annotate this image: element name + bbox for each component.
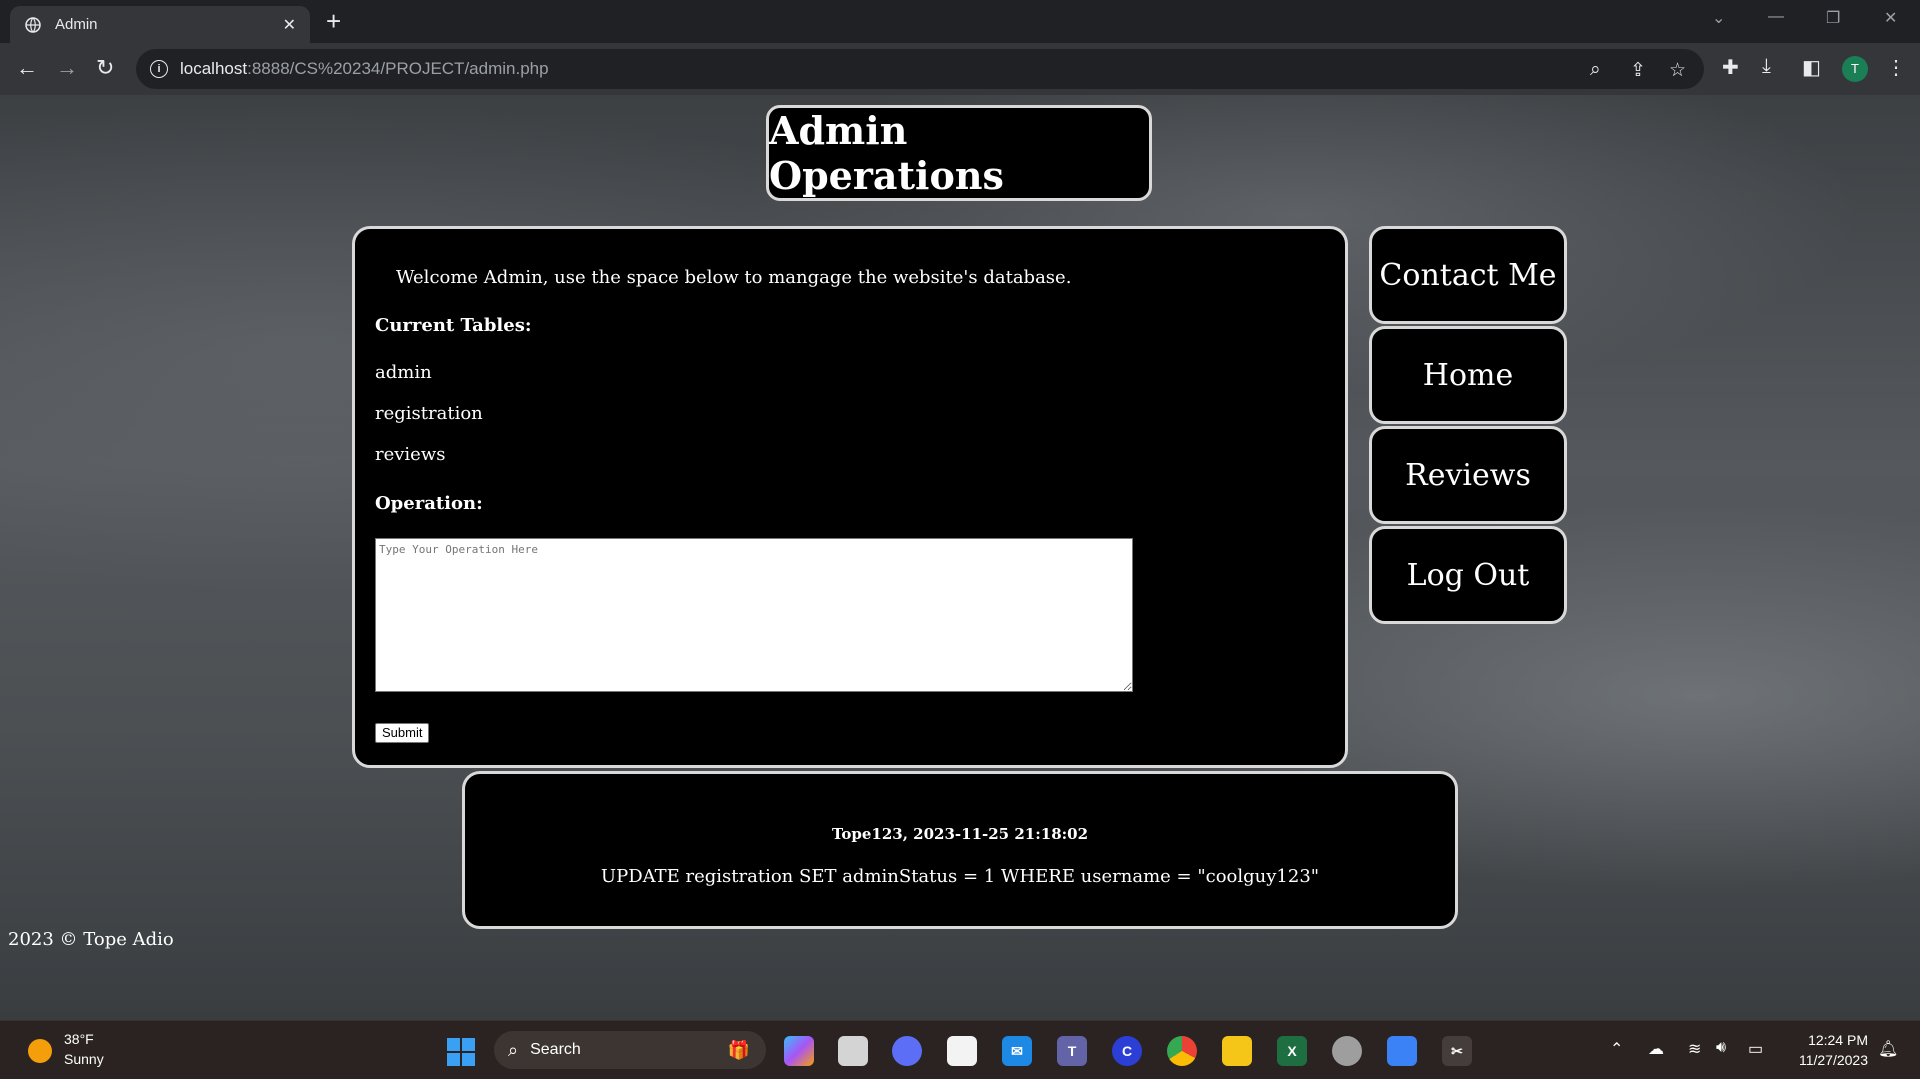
side-panel-icon[interactable]: ◧ [1802, 55, 1821, 80]
weather-temperature[interactable]: 38°F [64, 1031, 94, 1047]
search-icon: ⌕ [508, 1039, 519, 1060]
back-icon[interactable]: ← [16, 57, 38, 79]
system-clock[interactable]: 12:24 PM 11/27/2023 [1782, 1030, 1868, 1070]
zoom-icon[interactable]: ⌕ [1590, 59, 1601, 81]
bookmark-star-icon[interactable]: ☆ [1669, 59, 1686, 82]
clock-date: 11/27/2023 [1798, 1052, 1868, 1068]
taskbar-search[interactable]: ⌕ Search 🎁 [494, 1031, 766, 1069]
address-bar[interactable]: i localhost:8888/CS%20234/PROJECT/admin.… [136, 49, 1704, 89]
tables-heading: Current Tables: [375, 315, 532, 336]
copilot-icon[interactable] [784, 1036, 814, 1066]
browser-toolbar: ← → ↻ i localhost:8888/CS%20234/PROJECT/… [0, 43, 1920, 95]
globe-icon [25, 16, 41, 33]
extensions-icon[interactable]: ✚ [1722, 55, 1739, 80]
search-label: Search [530, 1041, 581, 1058]
tab-title: Admin [55, 16, 98, 33]
battery-icon[interactable]: ▭ [1748, 1039, 1763, 1059]
reload-icon[interactable]: ↻ [96, 57, 114, 79]
onedrive-cloud-icon[interactable]: ☁ [1648, 1039, 1664, 1059]
operation-input[interactable] [375, 538, 1133, 692]
weather-description[interactable]: Sunny [64, 1051, 104, 1067]
excel-icon[interactable]: X [1277, 1036, 1307, 1066]
task-view-icon[interactable] [838, 1036, 868, 1066]
nav-home-button[interactable]: Home [1369, 326, 1567, 424]
nav-log-out-button[interactable]: Log Out [1369, 526, 1567, 624]
chrome-icon[interactable] [1167, 1036, 1197, 1066]
chevron-up-icon[interactable]: ⌃ [1610, 1039, 1623, 1059]
browser-tab-admin[interactable]: Admin ✕ [10, 6, 310, 43]
menu-icon[interactable]: ⋮ [1886, 55, 1906, 80]
site-info-icon[interactable]: i [150, 60, 168, 78]
close-icon[interactable]: ✕ [283, 15, 296, 35]
minimize-icon[interactable]: — [1768, 8, 1784, 26]
url-text[interactable]: localhost:8888/CS%20234/PROJECT/admin.ph… [180, 59, 549, 79]
start-menu-icon[interactable] [447, 1038, 475, 1066]
search-highlight-icon: 🎁 [727, 1039, 750, 1060]
wifi-icon[interactable]: ≋ [1688, 1039, 1701, 1059]
welcome-text: Welcome Admin, use the space below to ma… [396, 267, 1072, 288]
store-icon[interactable] [947, 1036, 977, 1066]
table-item-registration: registration [375, 403, 483, 424]
clock-time: 12:24 PM [1808, 1032, 1868, 1048]
zoom-app-icon[interactable] [892, 1036, 922, 1066]
page-title: Admin Operations [766, 105, 1152, 201]
taskbar: 38°F Sunny ⌕ Search 🎁 ✉ T C X ✂ ⌃ ☁ ≋ 🔊︎… [0, 1020, 1920, 1079]
teams-icon[interactable]: T [1057, 1036, 1087, 1066]
restore-icon[interactable]: ❐ [1826, 8, 1840, 28]
submit-button[interactable]: Submit [375, 723, 430, 743]
share-icon[interactable]: ⇪ [1630, 59, 1646, 82]
app-icon[interactable]: C [1112, 1036, 1142, 1066]
log-entry-meta: Tope123, 2023-11-25 21:18:02 [831, 825, 1089, 843]
table-item-reviews: reviews [375, 444, 446, 465]
footer-copyright: 2023 © Tope Adio [8, 929, 174, 950]
operation-log-panel: Tope123, 2023-11-25 21:18:02 UPDATE regi… [462, 771, 1458, 929]
browser-tab-strip: Admin ✕ + ⌄ — ❐ ✕ [0, 0, 1920, 43]
tab-search-icon[interactable]: ⌄ [1712, 8, 1725, 28]
nav-contact-me-button[interactable]: Contact Me [1369, 226, 1567, 324]
profile-avatar[interactable]: T [1842, 56, 1868, 82]
mail-icon[interactable]: ✉ [1002, 1036, 1032, 1066]
app-icon[interactable] [1332, 1036, 1362, 1066]
window-close-icon[interactable]: ✕ [1884, 8, 1897, 28]
file-explorer-icon[interactable] [1222, 1036, 1252, 1066]
table-item-admin: admin [375, 362, 432, 383]
photos-icon[interactable] [1387, 1036, 1417, 1066]
notification-bell-icon[interactable]: 🔔︎ [1878, 1039, 1898, 1059]
page-content: Admin Operations Welcome Admin, use the … [0, 95, 1920, 1020]
log-entry-query: UPDATE registration SET adminStatus = 1 … [600, 866, 1320, 887]
nav-reviews-button[interactable]: Reviews [1369, 426, 1567, 524]
new-tab-icon[interactable]: + [326, 6, 341, 36]
admin-panel: Welcome Admin, use the space below to ma… [352, 226, 1348, 768]
download-icon[interactable]: ⤓ [1762, 55, 1771, 78]
operation-heading: Operation: [375, 493, 483, 514]
forward-icon[interactable]: → [56, 57, 78, 79]
volume-icon[interactable]: 🔊︎ [1716, 1039, 1726, 1057]
snipping-tool-icon[interactable]: ✂ [1442, 1036, 1472, 1066]
weather-sun-icon[interactable] [28, 1039, 52, 1063]
